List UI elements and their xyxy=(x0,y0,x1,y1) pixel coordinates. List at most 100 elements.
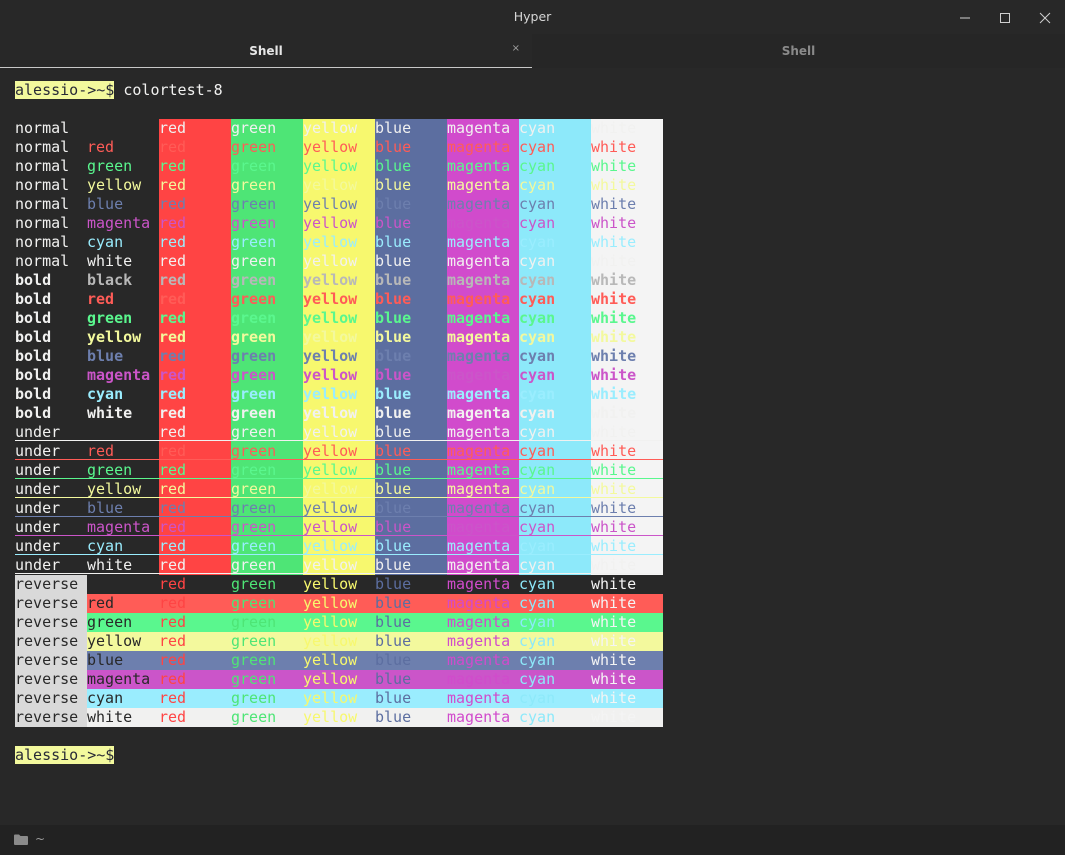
bg-cell-magenta: magenta xyxy=(447,404,519,423)
bg-cell-magenta: magenta xyxy=(447,613,519,632)
bg-cell-white: white xyxy=(591,138,663,157)
fg-label: yellow xyxy=(87,176,142,194)
bg-cell-white: white xyxy=(591,632,663,651)
fg-label: yellow xyxy=(87,328,142,346)
bg-cell-cyan: cyan xyxy=(519,366,591,385)
bg-cell-red: red xyxy=(159,214,231,233)
bg-cell-red: red xyxy=(159,385,231,404)
style-label: bold xyxy=(15,347,52,365)
bg-cell-green: green xyxy=(231,385,303,404)
bg-cell-magenta: magenta xyxy=(447,575,519,594)
style-label: normal xyxy=(15,138,70,156)
bg-cell-yellow: yellow xyxy=(303,119,375,138)
bg-cell-white: white xyxy=(591,290,663,309)
bg-cell-yellow: yellow xyxy=(303,233,375,252)
bg-cell-yellow: yellow xyxy=(303,594,375,613)
bg-cell-green: green xyxy=(231,119,303,138)
bg-cell-white: white xyxy=(591,613,663,632)
bg-cell-red: red xyxy=(159,404,231,423)
minimize-button[interactable] xyxy=(953,6,977,30)
bg-cell-white: white xyxy=(591,366,663,385)
bg-cell-cyan: cyan xyxy=(519,195,591,214)
bg-cell-green: green xyxy=(231,233,303,252)
bg-cell-yellow: yellow xyxy=(303,290,375,309)
bg-cell-magenta: magenta xyxy=(447,252,519,271)
underline xyxy=(15,516,663,517)
bg-cell-red: red xyxy=(159,632,231,651)
bg-cell-green: green xyxy=(231,252,303,271)
bg-cell-green: green xyxy=(231,651,303,670)
underline xyxy=(15,478,663,479)
bg-cell-green: green xyxy=(231,708,303,727)
bg-cell-red: red xyxy=(159,347,231,366)
bg-cell-blue: blue xyxy=(375,309,447,328)
bg-cell-yellow: yellow xyxy=(303,252,375,271)
bg-cell-green: green xyxy=(231,290,303,309)
bg-cell-blue: blue xyxy=(375,157,447,176)
style-label: normal xyxy=(15,233,70,251)
bg-cell-green: green xyxy=(231,594,303,613)
bg-cell-blue: blue xyxy=(375,233,447,252)
fg-label: white xyxy=(87,708,159,727)
tab-close-icon[interactable]: × xyxy=(512,43,520,54)
fg-label xyxy=(87,119,159,138)
bg-cell-white: white xyxy=(591,708,663,727)
tab-shell-inactive[interactable]: Shell xyxy=(532,34,1065,68)
bg-cell-magenta: magenta xyxy=(447,290,519,309)
fg-label: blue xyxy=(87,195,124,213)
fg-label: green xyxy=(87,613,159,632)
bg-cell-red: red xyxy=(159,575,231,594)
bg-cell-blue: blue xyxy=(375,708,447,727)
bg-cell-yellow: yellow xyxy=(303,214,375,233)
close-icon xyxy=(1039,12,1051,24)
fg-label: red xyxy=(87,138,115,156)
bg-cell-red: red xyxy=(159,651,231,670)
fg-label: green xyxy=(87,309,133,327)
bg-cell-red: red xyxy=(159,119,231,138)
bg-cell-cyan: cyan xyxy=(519,594,591,613)
style-label: bold xyxy=(15,404,52,422)
bg-cell-yellow: yellow xyxy=(303,157,375,176)
bg-cell-magenta: magenta xyxy=(447,385,519,404)
bg-cell-yellow: yellow xyxy=(303,309,375,328)
fg-label: magenta xyxy=(87,366,151,384)
underline xyxy=(15,497,663,498)
window-title: Hyper xyxy=(513,9,552,24)
terminal-pane[interactable]: alessio->~$ colortest-8 normal red green ye… xyxy=(0,68,1065,825)
bg-cell-magenta: magenta xyxy=(447,138,519,157)
bg-cell-white: white xyxy=(591,670,663,689)
bg-cell-white: white xyxy=(591,271,663,290)
bg-cell-yellow: yellow xyxy=(303,613,375,632)
tab-shell-active[interactable]: Shell × xyxy=(0,34,532,68)
style-label: bold xyxy=(15,309,52,327)
bg-cell-red: red xyxy=(159,708,231,727)
close-window-button[interactable] xyxy=(1033,6,1057,30)
bg-cell-cyan: cyan xyxy=(519,252,591,271)
fg-label: red xyxy=(87,594,159,613)
bg-cell-red: red xyxy=(159,366,231,385)
style-label: reverse xyxy=(15,708,87,727)
bg-cell-white: white xyxy=(591,328,663,347)
bg-cell-red: red xyxy=(159,309,231,328)
style-label: reverse xyxy=(15,689,87,708)
bg-cell-white: white xyxy=(591,575,663,594)
bg-cell-magenta: magenta xyxy=(447,119,519,138)
bg-cell-blue: blue xyxy=(375,689,447,708)
style-label: normal xyxy=(15,252,70,270)
maximize-button[interactable] xyxy=(993,6,1017,30)
bg-cell-blue: blue xyxy=(375,404,447,423)
bg-cell-yellow: yellow xyxy=(303,347,375,366)
bg-cell-red: red xyxy=(159,138,231,157)
fg-label: blue xyxy=(87,347,124,365)
bg-cell-red: red xyxy=(159,328,231,347)
bg-cell-cyan: cyan xyxy=(519,309,591,328)
bg-cell-red: red xyxy=(159,613,231,632)
bg-cell-yellow: yellow xyxy=(303,689,375,708)
bg-cell-cyan: cyan xyxy=(519,632,591,651)
bg-cell-cyan: cyan xyxy=(519,613,591,632)
bg-cell-blue: blue xyxy=(375,347,447,366)
fg-label: magenta xyxy=(87,214,151,232)
bg-cell-blue: blue xyxy=(375,195,447,214)
bg-cell-yellow: yellow xyxy=(303,651,375,670)
bg-cell-red: red xyxy=(159,252,231,271)
